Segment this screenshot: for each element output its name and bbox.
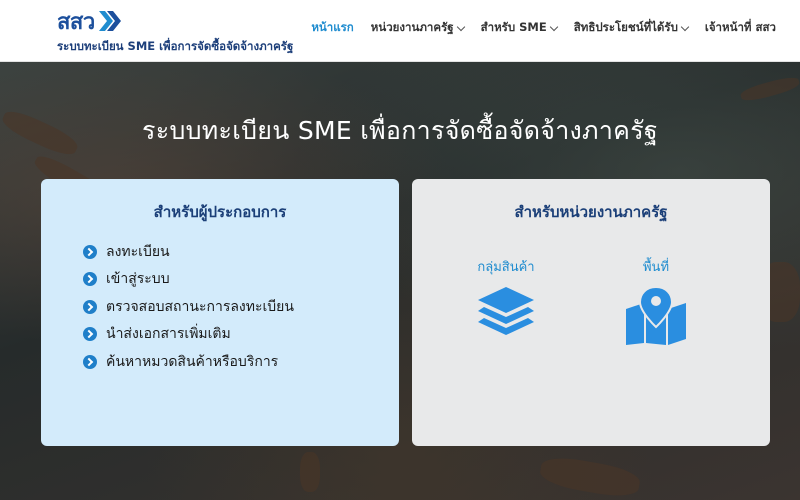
- nav-benefits-label: สิทธิประโยชน์ที่ได้รับ: [573, 20, 678, 34]
- menu-item-check-status[interactable]: ตรวจสอบสถานะการลงทะเบียน: [83, 293, 294, 321]
- boat-decoration: [538, 453, 642, 500]
- menu-item-label: เข้าสู่ระบบ: [106, 271, 170, 288]
- menu-item-search-category[interactable]: ค้นหาหมวดสินค้าหรือบริการ: [83, 348, 294, 376]
- chevron-down-icon: [680, 22, 690, 31]
- menu-item-submit-documents[interactable]: นำส่งเอกสารเพิ่มเติม: [83, 321, 294, 349]
- nav-home[interactable]: หน้าแรก: [311, 19, 353, 37]
- chevron-down-icon: [456, 22, 465, 31]
- chevron-right-circle-icon: [83, 272, 97, 287]
- menu-item-login[interactable]: เข้าสู่ระบบ: [83, 266, 294, 294]
- menu-item-label: ตรวจสอบสถานะการลงทะเบียน: [106, 298, 294, 315]
- menu-item-label: ค้นหาหมวดสินค้าหรือบริการ: [106, 353, 279, 370]
- nav-for-sme-label: สำหรับ SME: [480, 20, 547, 34]
- product-group-tile[interactable]: กลุ่มสินค้า: [451, 256, 561, 341]
- menu-item-register[interactable]: ลงทะเบียน: [83, 238, 294, 266]
- chevron-right-circle-icon: [83, 327, 97, 342]
- entrepreneur-card: สำหรับผู้ประกอบการ ลงทะเบียน เข้าสู่ระบบ…: [41, 179, 399, 446]
- chevron-down-icon: [549, 22, 558, 31]
- chevron-right-circle-icon: [83, 354, 97, 369]
- map-pin-icon: [626, 285, 686, 345]
- entrepreneur-card-title: สำหรับผู้ประกอบการ: [153, 203, 287, 221]
- site-subtitle: ระบบทะเบียน SME เพื่อการจัดซื้อจัดจ้างภา…: [57, 39, 294, 53]
- nav-home-label: หน้าแรก: [311, 20, 354, 34]
- product-group-label: กลุ่มสินค้า: [477, 260, 535, 275]
- logo[interactable]: สสว: [57, 6, 123, 36]
- menu-item-label: ลงทะเบียน: [106, 243, 170, 260]
- nav-staff-label: เจ้าหน้าที่ สสว: [704, 20, 776, 34]
- logo-text: สสว: [57, 9, 95, 35]
- boat-decoration: [739, 74, 800, 104]
- hero-background: ระบบทะเบียน SME เพื่อการจัดซื้อจัดจ้างภา…: [0, 62, 800, 500]
- site-header: สสว ระบบทะเบียน SME เพื่อการจัดซื้อจัดจ้…: [0, 0, 800, 62]
- entrepreneur-menu: ลงทะเบียน เข้าสู่ระบบ ตรวจสอบสถานะการลงท…: [83, 238, 294, 376]
- area-label: พื้นที่: [642, 260, 670, 275]
- government-card: สำหรับหน่วยงานภาครัฐ กลุ่มสินค้า พื้นที่: [412, 179, 770, 446]
- layers-icon: [478, 287, 534, 335]
- chevron-right-circle-icon: [83, 299, 97, 314]
- hero-title: ระบบทะเบียน SME เพื่อการจัดซื้อจัดจ้างภา…: [141, 116, 659, 145]
- logo-arrows-icon: [97, 9, 123, 33]
- area-tile[interactable]: พื้นที่: [601, 256, 711, 345]
- menu-item-label: นำส่งเอกสารเพิ่มเติม: [106, 326, 231, 343]
- nav-for-sme[interactable]: สำหรับ SME: [480, 19, 558, 37]
- chevron-right-circle-icon: [83, 244, 97, 259]
- nav-government-agencies[interactable]: หน่วยงานภาครัฐ: [370, 19, 465, 37]
- main-nav: หน้าแรก หน่วยงานภาครัฐ สำหรับ SME สิทธิป…: [311, 19, 776, 37]
- nav-staff[interactable]: เจ้าหน้าที่ สสว: [705, 19, 776, 37]
- nav-government-agencies-label: หน่วยงานภาครัฐ: [370, 20, 454, 34]
- boat-decoration: [300, 452, 320, 492]
- nav-benefits[interactable]: สิทธิประโยชน์ที่ได้รับ: [573, 19, 690, 37]
- government-card-title: สำหรับหน่วยงานภาครัฐ: [514, 203, 668, 221]
